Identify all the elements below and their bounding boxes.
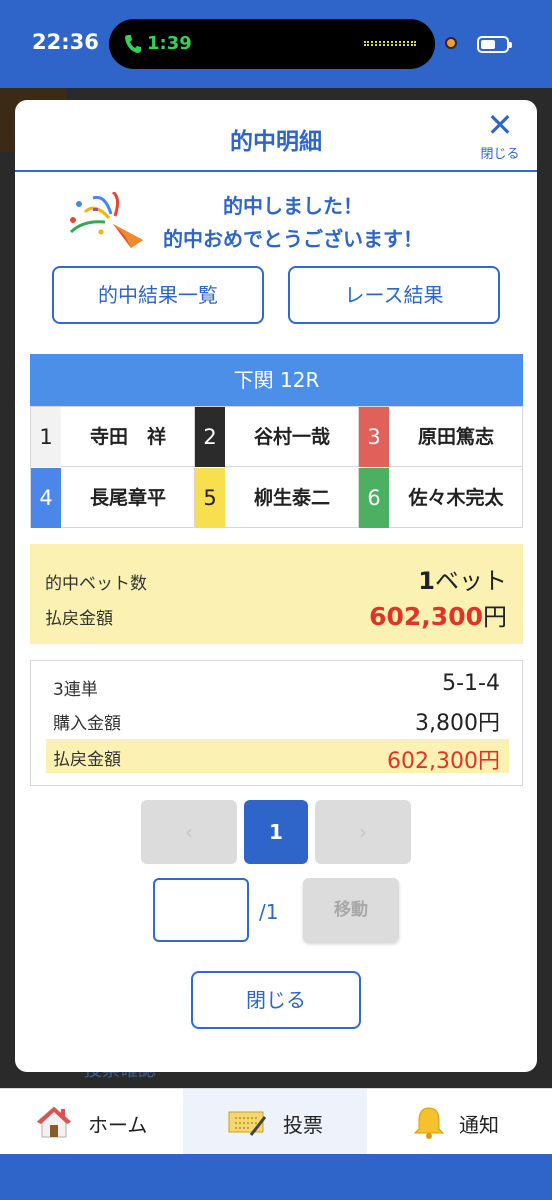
hit-detail-modal: 的中明細 ✕ 閉じる 的中しました！ 的中おめでとうございます！ 的中結果一覧 …: [15, 100, 537, 1072]
tab-home-label: ホーム: [88, 1113, 148, 1137]
racer-name: 寺田 祥: [89, 426, 166, 448]
purchase-amount: 3,800円: [415, 711, 500, 736]
race-header: 下関 12R: [30, 354, 523, 406]
racer-cell: 4 長尾章平: [31, 468, 195, 528]
lane-number: 2: [195, 407, 225, 467]
tab-bar: ホーム 投票 通知: [0, 1088, 552, 1155]
payout-value: 602,300円: [369, 602, 507, 631]
call-duration: 1:39: [147, 33, 192, 54]
home-icon: [36, 1106, 72, 1138]
prev-page-button[interactable]: ‹: [141, 800, 237, 864]
tab-home[interactable]: ホーム: [0, 1089, 183, 1155]
race-result-button[interactable]: レース結果: [288, 266, 500, 324]
bell-icon: [413, 1107, 445, 1139]
audio-wave-icon: [364, 41, 416, 46]
bet-combination: 5-1-4: [442, 671, 500, 696]
tab-notice[interactable]: 通知: [367, 1089, 552, 1155]
lane-number: 6: [359, 468, 389, 528]
racer-name: 柳生泰二: [253, 487, 330, 509]
status-bar: 22:36 1:39: [0, 0, 552, 88]
hit-summary: 的中ベット数 払戻金額 1ベット 602,300円: [30, 544, 523, 644]
status-time: 22:36: [32, 30, 99, 54]
bet-count-label: 的中ベット数: [45, 574, 147, 594]
bet-count-value: 1ベット: [418, 567, 507, 595]
racer-grid: 1 寺田 祥 2 谷村一哉 3 原田篤志 4 長尾章平 5 柳生泰二 6 佐々木…: [30, 406, 523, 528]
close-button[interactable]: 閉じる: [191, 971, 361, 1029]
modal-header: 的中明細 ✕ 閉じる: [15, 100, 537, 172]
racer-cell: 3 原田篤志: [359, 407, 523, 467]
tab-vote[interactable]: 投票: [183, 1089, 367, 1155]
next-page-button[interactable]: ›: [315, 800, 411, 864]
racer-name: 長尾章平: [89, 487, 166, 509]
tab-notice-label: 通知: [459, 1113, 499, 1137]
close-label[interactable]: 閉じる: [473, 143, 527, 162]
phone-icon: [124, 33, 142, 55]
battery-icon: [477, 36, 512, 53]
detail-payout-label: 払戻金額: [53, 750, 121, 770]
page-number-input[interactable]: [153, 878, 249, 942]
racer-name: 原田篤志: [417, 426, 494, 448]
racer-cell: 6 佐々木完太: [359, 468, 523, 528]
page-total: /1: [259, 900, 279, 924]
racer-name: 佐々木完太: [408, 487, 504, 509]
lane-number: 5: [195, 468, 225, 528]
move-button[interactable]: 移動: [303, 878, 399, 942]
payout-label: 払戻金額: [45, 609, 113, 629]
racer-cell: 5 柳生泰二: [195, 468, 359, 528]
racer-cell: 1 寺田 祥: [31, 407, 195, 467]
current-page-button[interactable]: 1: [244, 800, 308, 864]
racer-cell: 2 谷村一哉: [195, 407, 359, 467]
hit-message-line1: 的中しました！: [223, 194, 363, 218]
lane-number: 1: [31, 407, 61, 467]
modal-title: 的中明細: [230, 129, 322, 155]
hit-message-line2: 的中おめでとうございます！: [163, 227, 423, 251]
bet-type: 3連単: [53, 680, 98, 700]
purchase-label: 購入金額: [53, 714, 121, 734]
close-icon[interactable]: ✕: [483, 109, 517, 141]
detail-payout-amount: 602,300円: [387, 749, 500, 774]
lane-number: 3: [359, 407, 389, 467]
hit-results-list-button[interactable]: 的中結果一覧: [52, 266, 264, 324]
racer-name: 谷村一哉: [253, 426, 330, 448]
bet-detail: 3連単 5-1-4 購入金額 3,800円 払戻金額 602,300円: [30, 660, 523, 786]
ticket-icon: [228, 1111, 267, 1136]
hit-message: 的中しました！ 的中おめでとうございます！: [133, 190, 453, 256]
home-indicator-area: [0, 1154, 552, 1200]
tab-vote-label: 投票: [283, 1113, 323, 1137]
camera-indicator-icon: [445, 37, 457, 49]
dynamic-island[interactable]: 1:39: [109, 19, 457, 69]
lane-number: 4: [31, 468, 61, 528]
